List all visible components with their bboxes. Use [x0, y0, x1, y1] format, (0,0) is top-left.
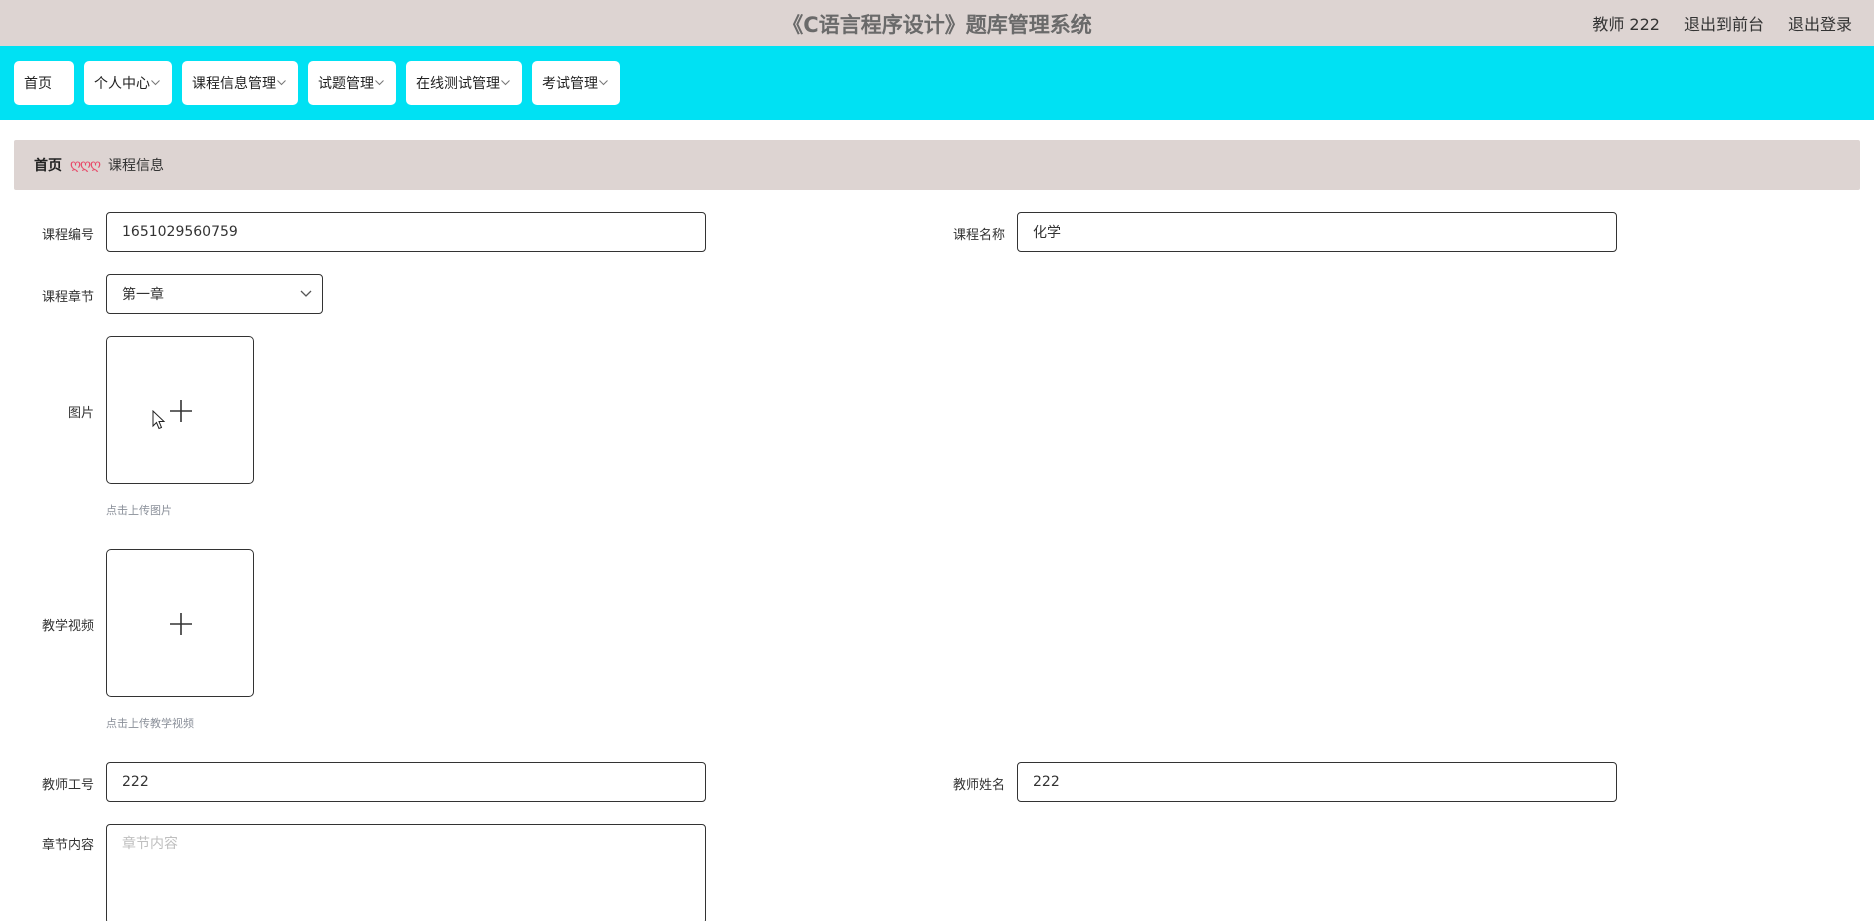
- teacher-name-value: 222: [1033, 774, 1060, 790]
- nav-item-label: 首页: [24, 76, 52, 92]
- top-links: 教师 222 退出到前台 退出登录: [1592, 11, 1852, 35]
- chapter-value: 第一章: [122, 287, 164, 303]
- course-name-value: 化学: [1033, 225, 1061, 241]
- teacher-name-label: 教师姓名: [952, 778, 1005, 793]
- nav-item-label: 在线测试管理: [416, 76, 500, 92]
- nav-item-home[interactable]: 首页: [14, 61, 74, 105]
- chevron-down-icon: [501, 78, 510, 89]
- nav-item-label: 课程信息管理: [192, 76, 276, 92]
- logout-link[interactable]: 退出登录: [1788, 11, 1852, 35]
- image-upload-hint: 点击上传图片: [106, 504, 172, 517]
- nav-item-label: 个人中心: [94, 76, 150, 92]
- chevron-down-icon: [599, 78, 608, 89]
- chapter-label: 课程章节: [41, 290, 94, 305]
- content-label: 章节内容: [41, 838, 94, 853]
- breadcrumb-home[interactable]: 首页: [34, 155, 62, 175]
- chapter-select[interactable]: 第一章: [106, 274, 323, 314]
- breadcrumb-current: 课程信息: [108, 158, 165, 174]
- plus-icon: [170, 400, 192, 422]
- chevron-down-icon: [300, 290, 312, 297]
- teacher-no-label: 教师工号: [41, 778, 94, 793]
- front-link[interactable]: 退出到前台: [1684, 11, 1764, 35]
- chevron-down-icon: [277, 78, 286, 89]
- nav-item-label: 试题管理: [318, 76, 374, 92]
- image-uploader[interactable]: [106, 336, 254, 484]
- top-header: 《C语言程序设计》题库管理系统 教师 222 退出到前台 退出登录: [0, 0, 1874, 46]
- main-nav: 首页 个人中心 课程信息管理 试题管理 在线测试管理 考试管理: [0, 46, 1874, 120]
- nav-item-label: 考试管理: [542, 76, 598, 92]
- breadcrumb: 首页 ღღღ 课程信息: [14, 140, 1860, 190]
- course-no-label: 课程编号: [41, 228, 94, 243]
- content-placeholder: 章节内容: [122, 836, 178, 852]
- video-label: 教学视频: [41, 619, 94, 634]
- course-name-field[interactable]: 化学: [1017, 212, 1617, 252]
- nav-item-personal-center[interactable]: 个人中心: [84, 61, 172, 105]
- mouse-cursor-icon: [152, 410, 166, 430]
- chapter-content-textarea[interactable]: 章节内容: [106, 824, 706, 921]
- course-no-value: 1651029560759: [122, 224, 238, 240]
- plus-icon: [170, 613, 192, 635]
- user-label: 教师 222: [1592, 15, 1660, 34]
- image-label: 图片: [67, 406, 94, 421]
- nav-item-exam[interactable]: 考试管理: [532, 61, 620, 105]
- chevron-down-icon: [151, 78, 160, 89]
- breadcrumb-separator: ღღღ: [70, 157, 101, 173]
- course-name-label: 课程名称: [952, 228, 1005, 243]
- nav-item-online-test[interactable]: 在线测试管理: [406, 61, 522, 105]
- video-uploader[interactable]: [106, 549, 254, 697]
- nav-item-question[interactable]: 试题管理: [308, 61, 396, 105]
- video-upload-hint: 点击上传教学视频: [106, 717, 194, 730]
- nav-item-course-info[interactable]: 课程信息管理: [182, 61, 298, 105]
- course-no-field[interactable]: 1651029560759: [106, 212, 706, 252]
- chevron-down-icon: [375, 78, 384, 89]
- teacher-name-field[interactable]: 222: [1017, 762, 1617, 802]
- teacher-no-field[interactable]: 222: [106, 762, 706, 802]
- teacher-no-value: 222: [122, 774, 149, 790]
